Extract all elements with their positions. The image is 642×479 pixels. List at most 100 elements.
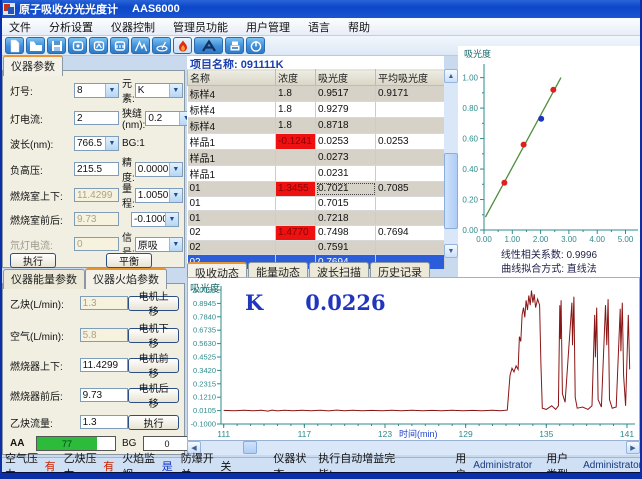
negative-hv-input[interactable]: 215.5 [74,162,119,176]
sample-rotator-button[interactable] [152,37,171,54]
chevron-down-icon: ▼ [169,163,182,176]
table-row[interactable]: 011.34550.70210.7085 [188,182,445,197]
table-row[interactable]: 020.7591 [188,240,445,255]
scrollbar-thumb[interactable] [444,153,458,229]
signal-select[interactable]: 原吸▼ [135,237,183,252]
svg-text:123: 123 [378,429,392,439]
bg-value: 1 [139,138,187,149]
svg-text:1.00: 1.00 [505,235,521,244]
table-row[interactable]: 标样41.80.95170.9171 [188,86,445,102]
tab-instrument-flame-params[interactable]: 仪器火焰参数 [85,268,167,289]
motor-back-button[interactable]: 电机后移 [128,388,179,403]
acetylene-flow-label: 乙炔流量: [10,415,80,430]
wavelength-select[interactable]: 766.5▼ [74,136,119,151]
table-vertical-scrollbar[interactable]: ▲ ▼ [444,69,458,258]
air-label: 空气(L/min): [10,328,80,343]
new-file-button[interactable] [5,37,24,54]
window-bottom-border [0,472,642,479]
acetylene-flow-input[interactable]: 1.3 [80,415,129,429]
tab-wavelength-scan[interactable]: 波长扫描 [309,262,369,277]
wavelength-peaks-button[interactable] [131,37,150,54]
menu-file[interactable]: 文件 [0,19,40,35]
balance-button[interactable]: 平衡 [106,253,152,268]
burner-frontback-label: 燃烧室前后: [10,212,74,227]
open-folder-button[interactable] [26,37,45,54]
graphite-furnace-icon [228,39,242,53]
table-row[interactable]: 标样41.80.9279 [188,102,445,118]
chevron-down-icon: ▼ [105,84,118,97]
table-header-row: 名称浓度 吸光度平均吸光度 [188,70,445,86]
window-title: 原子吸收分光光度计 [19,1,118,17]
range-select[interactable]: 1.0050▼ [135,188,183,203]
table-row[interactable]: 021.47700.74980.7694 [188,226,445,241]
element-select[interactable]: K▼ [135,83,183,98]
tab-history[interactable]: 历史记录 [370,262,430,277]
motor-up-button[interactable]: 电机上移 [128,296,179,311]
menu-help[interactable]: 帮助 [339,19,379,35]
negative-hv-label: 负高压: [10,162,74,177]
execute-button[interactable]: 执行 [10,253,56,268]
flame-button[interactable] [173,37,192,54]
burner-frontback-input[interactable]: 9.73 [80,388,129,402]
instrument-params-panel: 灯号: 8▼ 元素: K▼ 灯电流: 2 狭缝(nm): 0.2▼ 波长(nm)… [2,70,185,268]
table-row[interactable]: 样品10.0273 [188,150,445,166]
new-file-icon [8,39,22,53]
open-folder-icon [29,39,43,53]
svg-text:0.1210: 0.1210 [193,393,216,402]
zero-offset-select[interactable]: -0.1000▼ [131,212,179,227]
motor-forward-button[interactable]: 电机前移 [128,358,179,373]
tab-instrument-energy-params[interactable]: 仪器能量参数 [3,269,85,289]
flow-execute-button[interactable]: 执行 [128,415,179,430]
scrollbar-thumb[interactable] [243,441,257,454]
svg-text:0.2315: 0.2315 [193,379,216,388]
power-button[interactable] [246,37,265,54]
motor-down-button[interactable]: 电机下移 [128,328,179,343]
tab-energy-dynamics[interactable]: 能量动态 [248,262,308,277]
scroll-up-icon: ▲ [444,69,458,83]
svg-text:2.00: 2.00 [533,235,549,244]
table-row[interactable]: 标样41.80.8718 [188,118,445,134]
alert-cell: 1.4770 [276,226,316,241]
svg-text:时间(min): 时间(min) [399,428,438,439]
status-bar: 空气压力: 有 乙炔压力: 有 火焰监视: 是 防爆开关: 关 仪器状态: 执行… [0,457,642,473]
scroll-down-icon: ▼ [444,244,458,258]
table-row[interactable]: 010.7015 [188,196,445,211]
wavelength-label: 波长(nm): [10,136,74,151]
burner-updown-label: 燃烧室上下: [10,188,74,203]
air-display: 5.8 [80,328,129,342]
menu-instrument-control[interactable]: 仪器控制 [102,19,164,35]
tab-instrument-params[interactable]: 仪器参数 [3,55,63,76]
chevron-down-icon: ▼ [169,189,182,202]
lamp-number-select[interactable]: 8▼ [74,83,119,98]
lamp-current-input[interactable]: 2 [74,111,119,125]
precision-select[interactable]: 0.0000▼ [135,162,183,177]
menu-admin-functions[interactable]: 管理员功能 [164,19,237,35]
graphite-furnace-button[interactable] [225,37,244,54]
autosampler-button[interactable] [194,37,223,54]
menu-language[interactable]: 语言 [299,19,339,35]
chevron-down-icon: ▼ [169,238,182,251]
burner-updown-input[interactable]: 11.4299 [80,358,129,372]
save-icon [50,39,64,53]
lamp-button[interactable] [68,37,87,54]
burner-frontback-label2: 燃烧器前后: [10,388,80,403]
user-value: Administrator [473,460,532,471]
hollow-cathode-lamp-icon [71,39,85,53]
fit-method-label: 曲线拟合方式: [501,264,564,275]
svg-text:0.00: 0.00 [462,226,478,235]
table-row[interactable]: 样品10.0231 [188,166,445,182]
svg-text:0.00: 0.00 [476,235,492,244]
autosampler-icon [198,39,220,53]
lamp-array-button[interactable] [110,37,129,54]
table-row[interactable]: 010.7218 [188,211,445,226]
alert-cell: 1.3455 [276,182,316,197]
table-row[interactable]: 样品1-0.12410.02530.0253 [188,134,445,150]
title-bar: 原子吸收分光光度计 AAS6000 [0,0,642,18]
menu-user-management[interactable]: 用户管理 [237,19,299,35]
save-button[interactable] [47,37,66,54]
acetylene-display: 1.3 [80,296,129,310]
burner-updown-display: 11.4299 [74,188,119,202]
menu-analysis-settings[interactable]: 分析设置 [40,19,102,35]
lamp-energy-button[interactable] [89,37,108,54]
tab-absorbance-dynamics[interactable]: 吸收动态 [187,262,247,277]
